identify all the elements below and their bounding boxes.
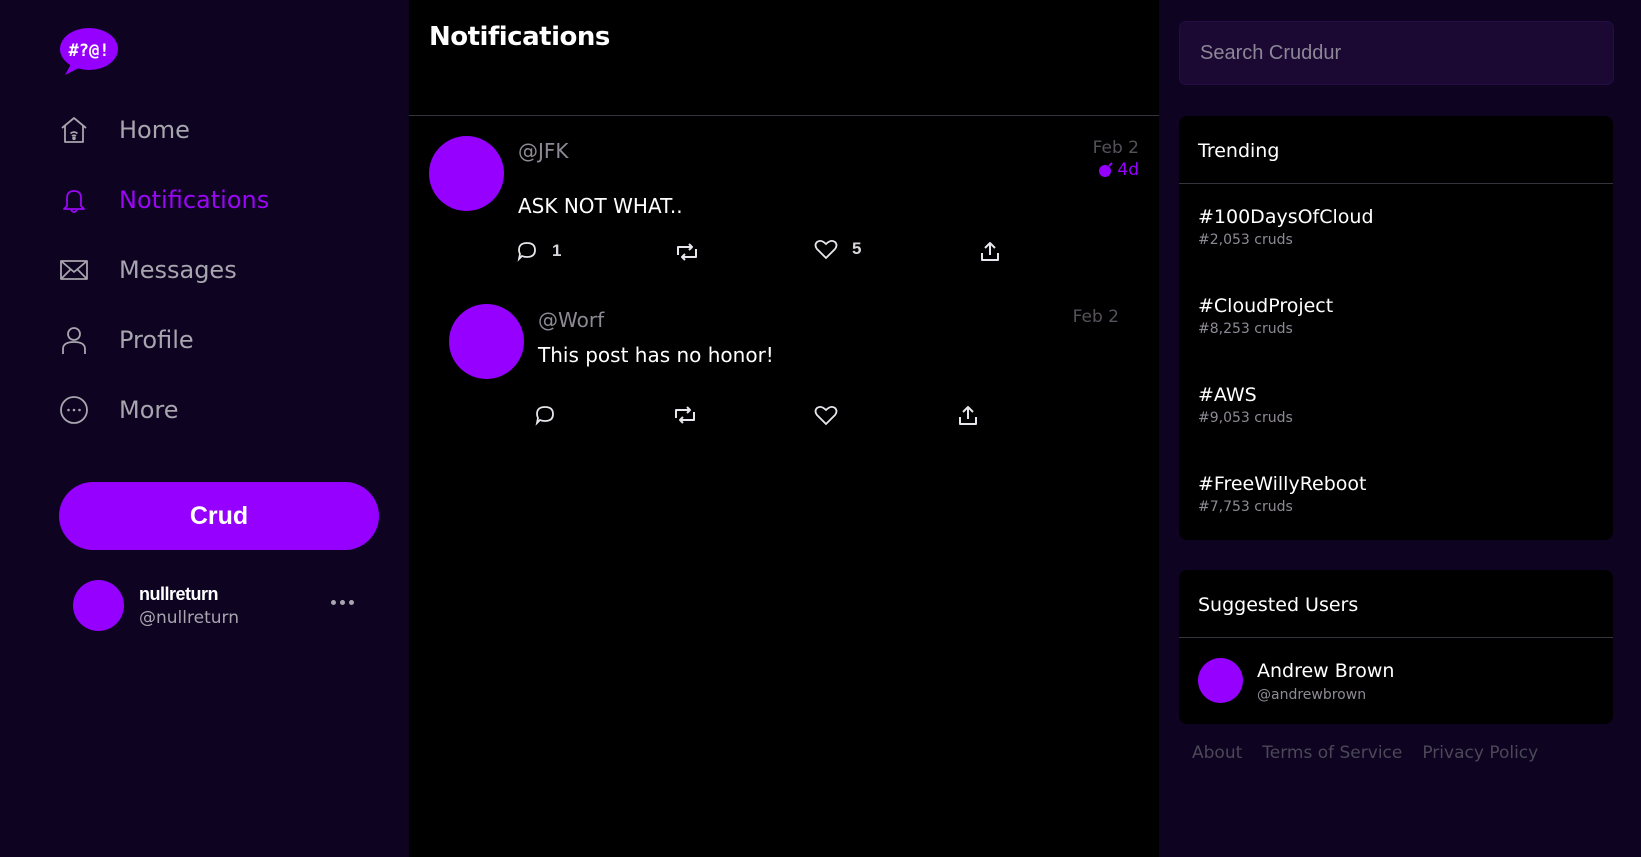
share-icon xyxy=(981,242,999,261)
reply-icon xyxy=(517,242,536,262)
activity-message: ASK NOT WHAT.. xyxy=(518,194,683,218)
avatar[interactable] xyxy=(449,304,524,379)
user-menu-dots-icon[interactable] xyxy=(327,592,357,612)
activity-handle[interactable]: @JFK xyxy=(518,139,569,163)
nav-more[interactable]: More xyxy=(58,390,358,430)
trending-panel: Trending #100DaysOfCloud #2,053 cruds #C… xyxy=(1179,116,1613,540)
activity-item[interactable]: @Worf This post has no honor! Feb 2 xyxy=(409,296,1159,446)
trend-tag: #CloudProject xyxy=(1198,295,1334,317)
more-circle-icon xyxy=(58,394,90,426)
trending-item[interactable]: #FreeWillyReboot #7,753 cruds xyxy=(1198,473,1367,515)
nav-home-label: Home xyxy=(119,116,190,144)
trend-count: #8,253 cruds xyxy=(1198,321,1293,337)
activity-item[interactable]: @JFK ASK NOT WHAT.. Feb 2 4d 1 5 xyxy=(409,116,1159,296)
heart-icon xyxy=(814,239,838,260)
right-column: Trending #100DaysOfCloud #2,053 cruds #C… xyxy=(1159,0,1641,857)
reply-button[interactable]: 1 xyxy=(516,240,561,262)
trending-title: Trending xyxy=(1179,116,1613,184)
nav-messages[interactable]: Messages xyxy=(58,250,358,290)
search-input[interactable] xyxy=(1179,21,1614,85)
repost-icon xyxy=(675,406,695,424)
repost-button[interactable] xyxy=(673,404,697,426)
notifications-feed: Notifications @JFK ASK NOT WHAT.. Feb 2 … xyxy=(409,0,1159,857)
trend-count: #7,753 cruds xyxy=(1198,499,1293,515)
share-button[interactable] xyxy=(979,240,1001,262)
feed-header: Notifications xyxy=(409,0,1159,116)
crud-button[interactable]: Crud xyxy=(59,482,379,550)
page-title: Notifications xyxy=(429,22,610,52)
reply-button[interactable] xyxy=(534,404,556,426)
trend-count: #2,053 cruds xyxy=(1198,232,1293,248)
nav-home[interactable]: Home xyxy=(58,110,358,150)
nav-profile-label: Profile xyxy=(119,326,194,354)
suggested-users-panel: Suggested Users Andrew Brown @andrewbrow… xyxy=(1179,570,1613,724)
share-icon xyxy=(959,406,977,425)
current-user-name: nullreturn xyxy=(139,584,219,604)
current-user-handle: @nullreturn xyxy=(139,608,239,628)
activity-expires: 4d xyxy=(1098,160,1139,180)
suggested-user[interactable]: Andrew Brown @andrewbrown xyxy=(1198,658,1598,708)
avatar xyxy=(1198,658,1243,703)
trend-tag: #AWS xyxy=(1198,384,1257,406)
envelope-icon xyxy=(58,254,90,286)
person-icon xyxy=(58,324,90,356)
expires-text: 4d xyxy=(1117,160,1139,180)
footer-terms-link[interactable]: Terms of Service xyxy=(1262,743,1402,763)
suggested-user-handle: @andrewbrown xyxy=(1257,687,1367,703)
trend-tag: #FreeWillyReboot xyxy=(1198,473,1367,495)
reply-count: 1 xyxy=(552,241,562,260)
footer-privacy-link[interactable]: Privacy Policy xyxy=(1422,743,1538,763)
repost-icon xyxy=(677,243,697,261)
home-icon xyxy=(58,114,90,146)
nav-more-label: More xyxy=(119,396,179,424)
avatar xyxy=(73,580,124,631)
sidebar: #?@! Home Notifications Messages Profile… xyxy=(0,0,409,857)
avatar[interactable] xyxy=(429,136,504,211)
nav-profile[interactable]: Profile xyxy=(58,320,358,360)
like-button[interactable] xyxy=(814,404,838,426)
activity-date: Feb 2 xyxy=(1072,307,1119,327)
footer-links: About Terms of Service Privacy Policy xyxy=(1192,743,1538,763)
activity-handle[interactable]: @Worf xyxy=(538,308,604,332)
nav-messages-label: Messages xyxy=(119,256,237,284)
bell-icon xyxy=(58,184,90,216)
cruddur-logo[interactable]: #?@! xyxy=(59,26,119,76)
suggested-title: Suggested Users xyxy=(1179,570,1613,638)
suggested-user-name: Andrew Brown xyxy=(1257,660,1395,682)
like-count: 5 xyxy=(852,239,862,258)
trend-count: #9,053 cruds xyxy=(1198,410,1293,426)
app: #?@! Home Notifications Messages Profile… xyxy=(0,0,1641,857)
reply-icon xyxy=(535,406,554,426)
repost-button[interactable] xyxy=(675,241,699,263)
trend-tag: #100DaysOfCloud xyxy=(1198,206,1374,228)
logo-text: #?@! xyxy=(69,41,110,61)
trending-item[interactable]: #100DaysOfCloud #2,053 cruds xyxy=(1198,206,1374,248)
footer-about-link[interactable]: About xyxy=(1192,743,1242,763)
activity-message: This post has no honor! xyxy=(538,343,774,367)
activity-date: Feb 2 xyxy=(1092,138,1139,158)
heart-icon xyxy=(814,405,838,426)
current-user-card[interactable]: nullreturn @nullreturn xyxy=(73,580,373,632)
bomb-icon xyxy=(1099,162,1114,177)
nav-notifications-label: Notifications xyxy=(119,186,270,214)
share-button[interactable] xyxy=(957,404,979,426)
nav-notifications[interactable]: Notifications xyxy=(58,180,358,220)
like-button[interactable]: 5 xyxy=(814,238,861,260)
trending-item[interactable]: #AWS #9,053 cruds xyxy=(1198,384,1293,426)
trending-item[interactable]: #CloudProject #8,253 cruds xyxy=(1198,295,1333,337)
